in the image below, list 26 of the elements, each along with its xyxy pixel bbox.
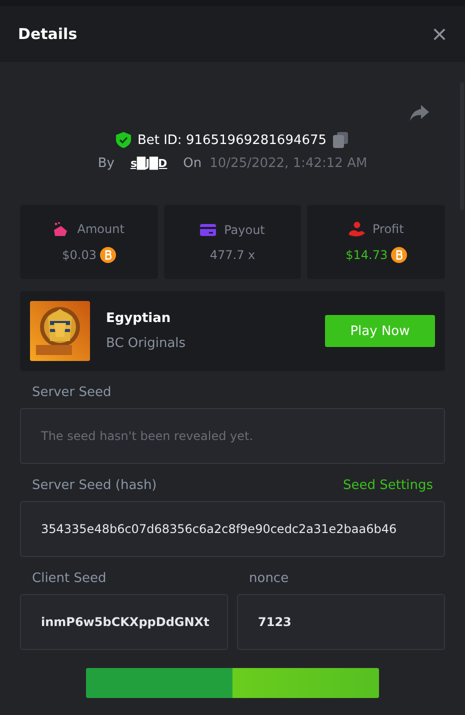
- stat-value: $0.03: [62, 248, 96, 262]
- username: s█J█D: [130, 157, 168, 170]
- bet-id: Bet ID: 91651969281694675: [137, 132, 327, 148]
- game-name: Egyptian: [106, 311, 172, 326]
- field-label: Server Seed: [32, 385, 112, 400]
- seed-settings-link[interactable]: Seed Settings: [343, 478, 433, 493]
- field-label: nonce: [249, 571, 289, 586]
- copy-icon[interactable]: [332, 132, 349, 148]
- stat-label: Amount: [77, 222, 124, 236]
- stat-value: $14.73: [346, 248, 388, 262]
- close-button[interactable]: ×: [432, 21, 447, 47]
- on-label: On: [183, 156, 202, 171]
- input-field[interactable]: 7123: [237, 594, 445, 650]
- stat-label: Payout: [224, 223, 265, 237]
- input-field[interactable]: 354335e48b6c07d68356c6a2c8f9e90cedc2a31e2baa6b46: [20, 501, 445, 557]
- field-label: Server Seed (hash): [32, 478, 157, 493]
- input-field[interactable]: inmP6w5bCKXppDdGNXt: [20, 594, 228, 650]
- stat-label: Profit: [372, 222, 404, 236]
- by-label: By: [98, 156, 114, 171]
- bet-date: 10/25/2022, 1:42:12 AM: [210, 156, 368, 171]
- dialog-title: Details: [18, 25, 78, 43]
- field-label: Client Seed: [32, 571, 106, 586]
- share-icon[interactable]: [409, 104, 429, 122]
- shield-check-icon: [116, 132, 132, 148]
- game-provider: BC Originals: [106, 336, 187, 351]
- stat-value: 477.7 x: [210, 248, 256, 262]
